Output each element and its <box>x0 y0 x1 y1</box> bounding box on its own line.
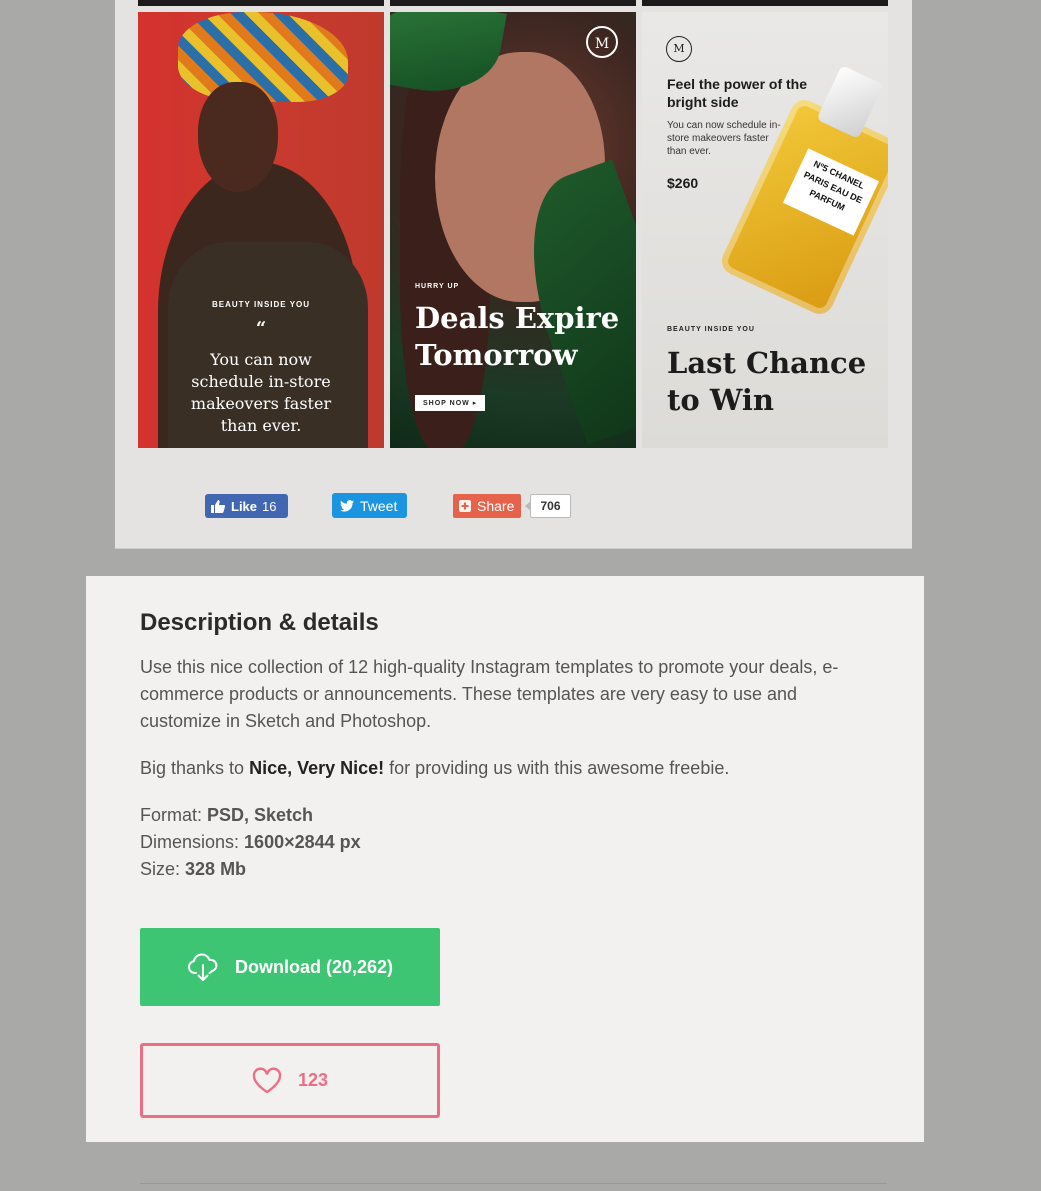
template-preview-tile-1[interactable]: BEAUTY INSIDE YOU “ You can now schedule… <box>138 12 384 448</box>
thanks-prefix: Big thanks to <box>140 758 250 778</box>
tile-kicker: BEAUTY INSIDE YOU <box>211 300 311 309</box>
tile-kicker: HURRY UP <box>415 283 460 290</box>
thanks-suffix: for providing us with this awesome freeb… <box>384 758 730 778</box>
tweet-button[interactable]: Tweet <box>332 493 407 518</box>
cloud-download-icon <box>187 952 219 982</box>
tile-heading: Feel the power of the bright side <box>667 76 808 110</box>
dimensions-row: Dimensions: 1600×2844 px <box>140 829 361 856</box>
template-preview-tile-2[interactable]: M HURRY UP Deals Expire Tomorrow SHOP NO… <box>390 12 636 448</box>
format-label: Format: <box>140 805 208 825</box>
dimensions-value: 1600×2844 px <box>244 832 361 852</box>
format-value: PSD, Sketch <box>207 805 314 825</box>
share-count-badge: 706 <box>525 494 571 518</box>
favorite-button[interactable]: 123 <box>140 1043 440 1118</box>
prev-tile-strip <box>138 0 384 6</box>
heart-icon <box>252 1067 282 1094</box>
download-label: Download (20,262) <box>234 956 394 977</box>
download-button[interactable]: Download (20,262) <box>140 928 440 1006</box>
twitter-bird-icon <box>340 499 354 512</box>
brand-logo: M <box>586 26 618 58</box>
template-preview-tile-3[interactable]: Nº5 CHANEL PARIS EAU DE PARFUM M Feel th… <box>642 12 888 448</box>
tile-kicker: BEAUTY INSIDE YOU <box>667 326 755 333</box>
shop-now-button: SHOP NOW ▸ <box>415 395 486 411</box>
dimensions-label: Dimensions: <box>140 832 245 852</box>
thanks-line: Big thanks to Nice, Very Nice! for provi… <box>140 755 880 782</box>
size-value: 328 Mb <box>185 859 247 879</box>
shop-now-label: SHOP NOW <box>423 400 470 407</box>
like-label: Like <box>231 498 258 514</box>
model-face <box>198 82 278 192</box>
share-button[interactable]: Share <box>453 494 521 518</box>
section-divider <box>140 1183 887 1184</box>
file-meta: Format: PSD, Sketch Dimensions: 1600×284… <box>140 802 361 883</box>
author-link[interactable]: Nice, Very Nice! <box>249 758 384 778</box>
size-label: Size: <box>140 859 186 879</box>
prev-tile-strip <box>642 0 888 6</box>
tile-body-text: You can now schedule in-store makeovers … <box>190 350 332 435</box>
plus-square-icon <box>459 500 471 512</box>
brand-logo: M <box>666 36 692 62</box>
prev-tile-strip <box>390 0 636 6</box>
tile-title: Last Chance to Win <box>667 346 867 417</box>
quote-mark: “ <box>255 318 267 339</box>
description-paragraph: Use this nice collection of 12 high-qual… <box>140 657 839 731</box>
tweet-label: Tweet <box>360 497 398 514</box>
like-count: 16 <box>262 498 277 514</box>
section-title: Description & details <box>140 609 379 636</box>
likes-count: 123 <box>297 1070 329 1090</box>
tile-price: $260 <box>667 175 699 191</box>
share-label: Share <box>477 498 515 514</box>
headwrap-graphic <box>178 12 348 102</box>
thumbs-up-icon <box>211 499 225 513</box>
format-row: Format: PSD, Sketch <box>140 802 361 829</box>
tile-title: Deals Expire Tomorrow <box>415 301 620 372</box>
description-panel: Description & details Use this nice coll… <box>86 576 924 1142</box>
size-row: Size: 328 Mb <box>140 856 361 883</box>
facebook-like-button[interactable]: Like 16 <box>205 494 288 518</box>
tile-subtext: You can now schedule in-store makeovers … <box>667 120 781 157</box>
